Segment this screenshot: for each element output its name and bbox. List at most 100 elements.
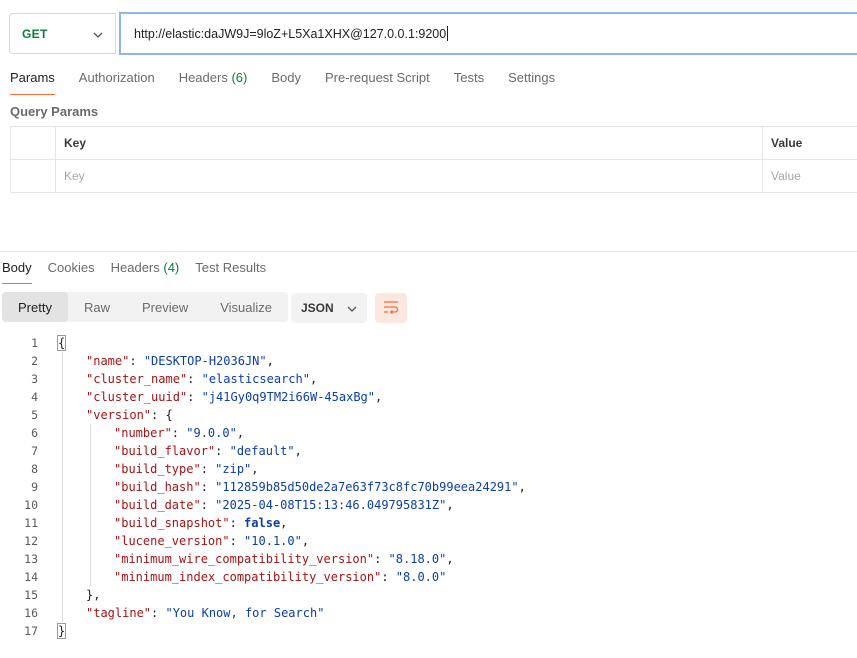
- tab-params[interactable]: Params: [10, 70, 55, 95]
- tab-body[interactable]: Body: [271, 70, 301, 95]
- json-token: :: [187, 372, 202, 386]
- code-line-content: "build_snapshot": false,: [38, 514, 287, 532]
- json-token: "9.0.0": [186, 426, 237, 440]
- code-line: 16 "tagline": "You Know, for Search": [0, 604, 857, 622]
- code-line-content: }: [38, 622, 67, 640]
- json-token: "j41Gy0q9TM2i66W-45axBg": [201, 390, 375, 404]
- indent-guide: [90, 424, 91, 586]
- method-label: GET: [22, 26, 48, 41]
- json-token: "build_type": [114, 462, 201, 476]
- tab-label: Body: [271, 70, 301, 85]
- tab-settings[interactable]: Settings: [508, 70, 555, 95]
- tab-label: Settings: [508, 70, 556, 85]
- pane-divider[interactable]: [0, 251, 857, 252]
- line-number: 11: [24, 516, 38, 530]
- view-mode-pretty[interactable]: Pretty: [2, 292, 68, 322]
- json-token: ,: [294, 444, 302, 458]
- response-tab-cookies[interactable]: Cookies: [48, 260, 95, 284]
- code-line-content: "cluster_name": "elasticsearch",: [38, 370, 317, 388]
- response-body-viewer[interactable]: 1{2 "name": "DESKTOP-H2036JN", 3 "cluster_n…: [0, 334, 857, 640]
- wrap-lines-button[interactable]: [375, 293, 407, 323]
- json-token: :: [229, 534, 245, 548]
- code-line-content: "number": "9.0.0",: [38, 424, 244, 442]
- code-line: 9 "build_hash": "112859b85d50de2a7e63f73c…: [0, 478, 857, 496]
- method-select[interactable]: GET: [9, 13, 116, 54]
- code-line-content: "minimum_wire_compatibility_version": "8…: [38, 550, 454, 568]
- tab-tests[interactable]: Tests: [454, 70, 484, 95]
- tab-label: Params: [10, 70, 55, 85]
- response-tab-body[interactable]: Body: [2, 260, 32, 284]
- code-line-content: "build_type": "zip",: [38, 460, 259, 478]
- json-token: "lucene_version": [114, 534, 230, 548]
- json-token: "version": [86, 408, 152, 422]
- line-number: 9: [31, 480, 38, 494]
- tab-pre-request-script[interactable]: Pre-request Script: [325, 70, 430, 95]
- code-line-content: "build_flavor": "default",: [38, 442, 302, 460]
- json-token: "zip": [215, 462, 252, 476]
- code-line-content: "name": "DESKTOP-H2036JN",: [38, 352, 274, 370]
- code-line-content: },: [38, 586, 100, 604]
- tab-authorization[interactable]: Authorization: [79, 70, 155, 95]
- url-input[interactable]: http://elastic:daJW9J=9loZ+L5Xa1XHX@127.…: [119, 12, 857, 55]
- code-line: 8 "build_type": "zip",: [0, 460, 857, 478]
- json-token: "112859b85d50de2a7e63f73c8fc70b99eea2429…: [215, 480, 519, 494]
- code-line: 6 "number": "9.0.0",: [0, 424, 857, 442]
- request-tabs: Params Authorization Headers (6) Body Pre-re…: [10, 70, 579, 95]
- json-token: :: [229, 516, 245, 530]
- json-token: "8.18.0": [388, 552, 447, 566]
- key-column-header: Key: [56, 127, 763, 159]
- json-token: :: [187, 390, 202, 404]
- indent-guide: [62, 352, 63, 622]
- query-params-title: Query Params: [10, 104, 99, 119]
- code-line: 3 "cluster_name": "elasticsearch",: [0, 370, 857, 388]
- code-line-content: "build_date": "2025-04-08T15:13:46.04979…: [38, 496, 454, 514]
- json-token: "build_flavor": [114, 444, 216, 458]
- code-line: 7 "build_flavor": "default",: [0, 442, 857, 460]
- json-token: "default": [229, 444, 295, 458]
- tab-label: Headers: [178, 70, 228, 85]
- value-column-header: Value: [763, 127, 857, 159]
- line-number: 3: [31, 372, 38, 386]
- response-tabs: Body Cookies Headers (4) Test Results: [2, 260, 282, 284]
- checkbox-column-header: [11, 127, 56, 159]
- json-token: :: [215, 444, 230, 458]
- response-tab-headers[interactable]: Headers (4): [111, 260, 180, 284]
- code-line: 2 "name": "DESKTOP-H2036JN",: [0, 352, 857, 370]
- view-mode-visualize[interactable]: Visualize: [204, 292, 288, 322]
- tab-label: Cookies: [47, 260, 95, 275]
- json-token: "build_date": [114, 498, 201, 512]
- json-token: "2025-04-08T15:13:46.049795831Z": [215, 498, 447, 512]
- code-line: 13 "minimum_wire_compatibility_version": …: [0, 550, 857, 568]
- code-line: 12 "lucene_version": "10.1.0",: [0, 532, 857, 550]
- tab-label: Headers: [110, 260, 160, 275]
- tab-label: Pre-request Script: [324, 70, 430, 85]
- line-number: 14: [24, 570, 38, 584]
- url-text: http://elastic:daJW9J=9loZ+L5Xa1XHX@127.…: [134, 26, 447, 41]
- tab-headers[interactable]: Headers (6): [179, 70, 248, 95]
- query-params-table: Key Value Key Value: [10, 126, 857, 193]
- text-caret: [447, 26, 449, 41]
- json-token: "minimum_index_compatibility_version": [114, 570, 382, 584]
- code-line: 14 "minimum_index_compatibility_version":…: [0, 568, 857, 586]
- format-select[interactable]: JSON: [291, 293, 367, 323]
- value-placeholder: Value: [771, 169, 801, 183]
- view-mode-raw[interactable]: Raw: [68, 292, 126, 322]
- json-token: "10.1.0": [244, 534, 302, 548]
- tab-label: Body: [2, 260, 32, 275]
- table-header-row: Key Value: [11, 127, 857, 160]
- code-line: 15},: [0, 586, 857, 604]
- param-key-input[interactable]: Key: [56, 160, 763, 192]
- code-line-content: "version": {: [38, 406, 173, 424]
- code-line-content: "cluster_uuid": "j41Gy0q9TM2i66W-45axBg"…: [38, 388, 382, 406]
- value-header-label: Value: [771, 136, 803, 150]
- line-number: 5: [31, 408, 38, 422]
- response-tab-test-results[interactable]: Test Results: [195, 260, 266, 284]
- line-number: 13: [24, 552, 38, 566]
- key-header-label: Key: [64, 136, 87, 150]
- json-token: ,: [280, 516, 288, 530]
- row-checkbox-cell[interactable]: [11, 160, 56, 192]
- view-mode-preview[interactable]: Preview: [126, 292, 204, 322]
- tab-count-badge: (6): [231, 70, 248, 85]
- json-token: :: [151, 606, 166, 620]
- param-value-input[interactable]: Value: [763, 160, 857, 192]
